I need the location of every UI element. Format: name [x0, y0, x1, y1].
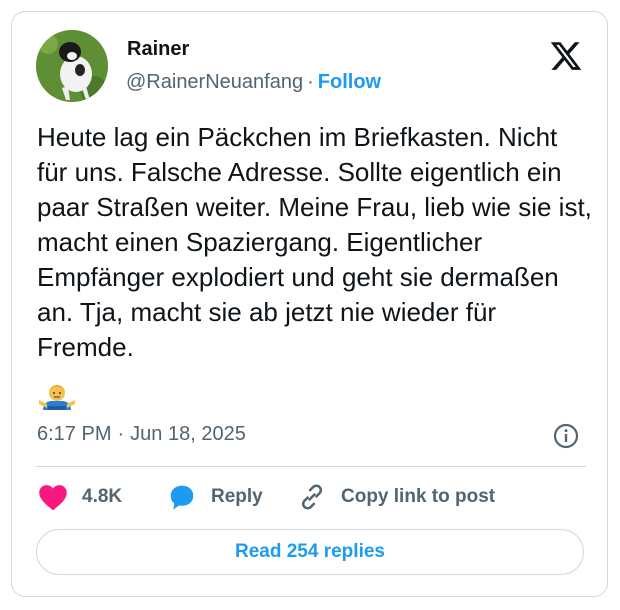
- copy-link-label: Copy link to post: [341, 486, 496, 507]
- man-shrugging-emoji-icon: [39, 380, 75, 416]
- tweet-card: Rainer @RainerNeuanfang · Follow Heute lag…: [11, 11, 608, 597]
- copy-link-button[interactable]: Copy link to post: [297, 481, 495, 513]
- info-icon[interactable]: [552, 422, 580, 450]
- tweet-date: Jun 18, 2025: [130, 423, 246, 445]
- author-handle-row: @RainerNeuanfang · Follow: [126, 71, 381, 94]
- reply-button[interactable]: Reply: [167, 481, 263, 513]
- tweet-time: 6:17 PM: [37, 423, 112, 445]
- divider: [36, 466, 586, 467]
- heart-icon: [39, 485, 67, 511]
- reply-bubble-icon: [170, 485, 194, 510]
- avatar[interactable]: [36, 30, 108, 102]
- like-count: 4.8K: [82, 486, 123, 507]
- x-logo-icon[interactable]: [549, 39, 583, 73]
- tweet-timestamp[interactable]: 6:17 PM · Jun 18, 2025: [37, 423, 246, 446]
- handle-separator: ·: [307, 71, 314, 93]
- read-replies-button[interactable]: Read 254 replies: [36, 529, 584, 575]
- reply-label: Reply: [211, 486, 263, 507]
- follow-button[interactable]: Follow: [318, 71, 381, 93]
- link-icon: [301, 484, 323, 510]
- like-button[interactable]: 4.8K: [38, 481, 122, 513]
- meta-separator: ·: [117, 423, 125, 445]
- author-name[interactable]: Rainer: [127, 38, 189, 61]
- tweet-text: Heute lag ein Päckchen im Briefkasten. N…: [37, 122, 592, 362]
- author-handle[interactable]: @RainerNeuanfang: [126, 71, 303, 93]
